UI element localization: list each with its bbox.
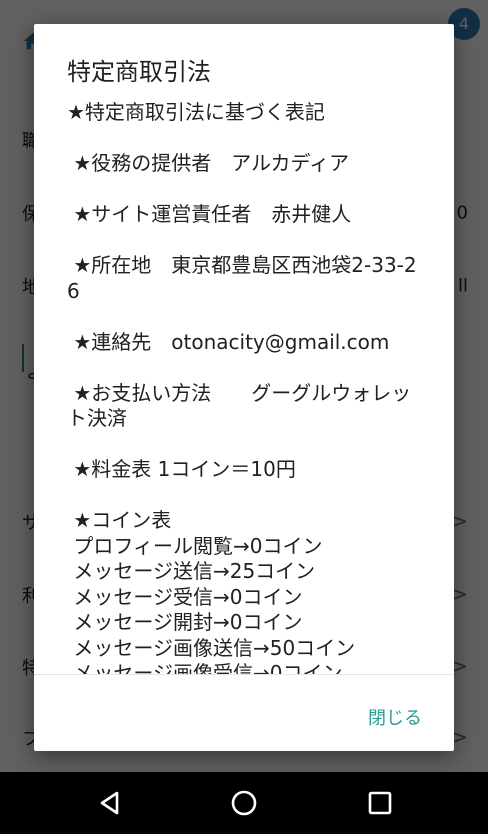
home-circle-icon[interactable] [230, 789, 258, 817]
dialog-body-text: ★特定商取引法に基づく表記 ★役務の提供者 アルカディア ★サイト運営責任者 赤… [67, 100, 417, 674]
system-nav-bar [0, 772, 488, 834]
dialog-divider [34, 674, 454, 675]
close-button[interactable]: 閉じる [368, 700, 422, 734]
dialog-scroll-area[interactable]: ★特定商取引法に基づく表記 ★役務の提供者 アルカディア ★サイト運営責任者 赤… [34, 96, 454, 674]
back-triangle-icon[interactable] [96, 789, 124, 817]
recent-square-icon[interactable] [366, 789, 394, 817]
legal-notice-dialog: 特定商取引法 ★特定商取引法に基づく表記 ★役務の提供者 アルカディア ★サイト… [34, 24, 454, 751]
dialog-title: 特定商取引法 [67, 58, 211, 86]
